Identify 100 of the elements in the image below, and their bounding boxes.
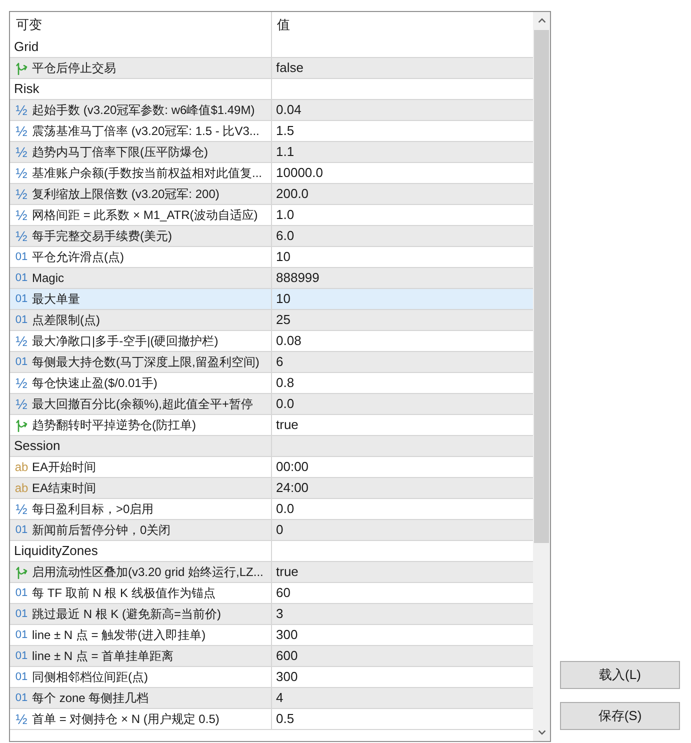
table-row[interactable]: 01 每 TF 取前 N 根 K 线极值作为锚点 60	[10, 583, 533, 604]
scroll-down-icon[interactable]	[538, 730, 546, 735]
parameter-value: 0.0	[276, 500, 294, 518]
table-row[interactable]: ½ 起始手数 (v3.20冠军参数: w6峰值$1.49M) 0.04	[10, 100, 533, 121]
parameter-name: 最大回撤百分比(余额%),超此值全平+暂停	[32, 396, 254, 413]
parameter-name: 趋势内马丁倍率下限(压平防爆仓)	[32, 144, 208, 161]
parameter-value: 10000.0	[276, 164, 323, 182]
type-icon: ½	[16, 103, 28, 117]
parameter-value: 3	[276, 605, 284, 624]
parameter-name: 每个 zone 每侧挂几档	[32, 690, 149, 707]
parameter-value: 600	[276, 647, 298, 666]
group-name: Risk	[14, 80, 40, 98]
type-icon: 01	[15, 692, 28, 704]
table-row[interactable]: ½ 首单 = 对侧持仓 × N (用户规定 0.5) 0.5	[10, 709, 533, 730]
table-row[interactable]: 趋势翻转时平掉逆势仓(防扛单) true	[10, 415, 533, 436]
type-icon: 01	[15, 650, 28, 662]
type-icon: 01	[15, 630, 28, 640]
type-icon: 01	[15, 588, 28, 598]
parameter-name: 每侧最大持仓数(马丁深度上限,留盈利空间)	[32, 354, 260, 371]
table-row[interactable]: ½ 每手完整交易手续费(美元) 6.0	[10, 226, 533, 247]
table-row[interactable]: 01 同侧相邻档位间距(点) 300	[10, 667, 533, 688]
table-row[interactable]: 启用流动性区叠加(v3.20 grid 始终运行,LZ... true	[10, 562, 533, 583]
parameter-value: 1.0	[276, 206, 294, 224]
table-row[interactable]: 01 最大单量 10	[10, 289, 533, 310]
parameter-value: 10	[276, 290, 290, 308]
table-row[interactable]: 01 每侧最大持仓数(马丁深度上限,留盈利空间) 6	[10, 352, 533, 373]
scroll-up-icon[interactable]	[538, 18, 546, 23]
parameter-value: 1.1	[276, 143, 294, 162]
parameter-value: false	[276, 59, 304, 78]
table-row[interactable]: ab EA开始时间 00:00	[10, 457, 533, 478]
table-row[interactable]: 01 line ± N 点 = 触发带(进入即挂单) 300	[10, 625, 533, 646]
parameter-name: 最大净敞口|多手-空手|(硬回撤护栏)	[32, 333, 218, 350]
table-row[interactable]: ½ 每日盈利目标，>0启用 0.0	[10, 499, 533, 520]
table-row[interactable]: LiquidityZones	[10, 541, 533, 562]
parameter-name: 跳过最近 N 根 K (避免新高=当前价)	[32, 606, 222, 623]
parameter-name: line ± N 点 = 触发带(进入即挂单)	[32, 627, 206, 644]
table-row[interactable]: 01 平仓允许滑点(点) 10	[10, 247, 533, 268]
type-icon: 01	[15, 524, 28, 536]
type-icon: ½	[16, 208, 28, 222]
type-icon: ½	[16, 502, 28, 516]
table-row[interactable]: 01 点差限制(点) 25	[10, 310, 533, 331]
parameter-name: EA开始时间	[32, 459, 96, 476]
parameter-value: 200.0	[276, 185, 309, 204]
table-row[interactable]: Session	[10, 436, 533, 457]
table-row[interactable]: ½ 最大回撤百分比(余额%),超此值全平+暂停 0.0	[10, 394, 533, 415]
parameter-value: 300	[276, 626, 298, 644]
table-row[interactable]: 01 每个 zone 每侧挂几档 4	[10, 688, 533, 709]
arrow-icon	[15, 418, 28, 432]
table-row[interactable]: ab EA结束时间 24:00	[10, 478, 533, 499]
type-icon: ½	[16, 187, 28, 201]
parameter-value: 25	[276, 311, 290, 330]
parameter-value: 0.0	[276, 395, 294, 414]
parameter-value: 300	[276, 668, 298, 686]
column-header[interactable]: 可变	[16, 14, 42, 34]
type-icon: ab	[14, 461, 28, 473]
table-row[interactable]: 01 新闻前后暂停分钟，0关闭 0	[10, 520, 533, 541]
scrollbar-thumb[interactable]	[534, 30, 549, 543]
parameter-name: 同侧相邻档位间距(点)	[32, 669, 148, 686]
scrollbar-track[interactable]	[533, 12, 550, 741]
arrow-icon	[15, 62, 28, 74]
parameter-name: 启用流动性区叠加(v3.20 grid 始终运行,LZ...	[32, 564, 264, 581]
table-row[interactable]: 平仓后停止交易 false	[10, 58, 533, 79]
load-button[interactable]: 载入(L)	[560, 661, 680, 689]
parameter-name: 首单 = 对侧持仓 × N (用户规定 0.5)	[32, 711, 220, 728]
table-row[interactable]: 01 line ± N 点 = 首单挂单距离 600	[10, 646, 533, 667]
type-icon: 01	[15, 356, 28, 368]
table-row[interactable]: Risk	[10, 79, 533, 100]
parameter-name: 震荡基准马丁倍率 (v3.20冠军: 1.5 - 比V3...	[32, 123, 260, 140]
table-row[interactable]: 01 跳过最近 N 根 K (避免新高=当前价) 3	[10, 604, 533, 625]
parameter-name: 新闻前后暂停分钟，0关闭	[32, 522, 171, 539]
group-name: Grid	[14, 38, 39, 56]
parameter-name: 每 TF 取前 N 根 K 线极值作为锚点	[32, 585, 216, 602]
table-row[interactable]: ½ 网格间距 = 此系数 × M1_ATR(波动自适应) 1.0	[10, 205, 533, 226]
group-name: Session	[14, 437, 60, 456]
parameter-name: EA结束时间	[32, 480, 96, 497]
parameter-name: 基准账户余额(手数按当前权益相对此值复...	[32, 165, 262, 182]
type-icon: ½	[16, 166, 28, 180]
table-row[interactable]: ½ 每仓快速止盈($/0.01手) 0.8	[10, 373, 533, 394]
parameter-name: 复利缩放上限倍数 (v3.20冠军: 200)	[32, 186, 220, 203]
table-row[interactable]: ½ 趋势内马丁倍率下限(压平防爆仓) 1.1	[10, 142, 533, 163]
parameter-value: 4	[276, 689, 284, 708]
save-button[interactable]: 保存(S)	[560, 702, 680, 730]
table-row[interactable]: Grid	[10, 37, 533, 58]
column-header[interactable]: 值	[277, 14, 290, 34]
parameter-name: 点差限制(点)	[32, 312, 100, 329]
parameter-value: 6.0	[276, 227, 294, 246]
table-row[interactable]: ½ 复利缩放上限倍数 (v3.20冠军: 200) 200.0	[10, 184, 533, 205]
parameter-value: 60	[276, 584, 290, 602]
table-row[interactable]: 01 Magic 888999	[10, 268, 533, 289]
parameter-value: true	[276, 416, 298, 434]
parameter-value: 00:00	[276, 458, 309, 476]
table-row[interactable]: ½ 震荡基准马丁倍率 (v3.20冠军: 1.5 - 比V3... 1.5	[10, 121, 533, 142]
type-icon: ½	[16, 376, 28, 390]
parameter-value: 1.5	[276, 122, 294, 140]
parameter-value: 0.8	[276, 374, 294, 392]
arrow-icon	[15, 566, 28, 578]
parameter-value: 0	[276, 521, 284, 540]
table-row[interactable]: ½ 最大净敞口|多手-空手|(硬回撤护栏) 0.08	[10, 331, 533, 352]
group-name: LiquidityZones	[14, 542, 98, 560]
table-row[interactable]: ½ 基准账户余额(手数按当前权益相对此值复... 10000.0	[10, 163, 533, 184]
